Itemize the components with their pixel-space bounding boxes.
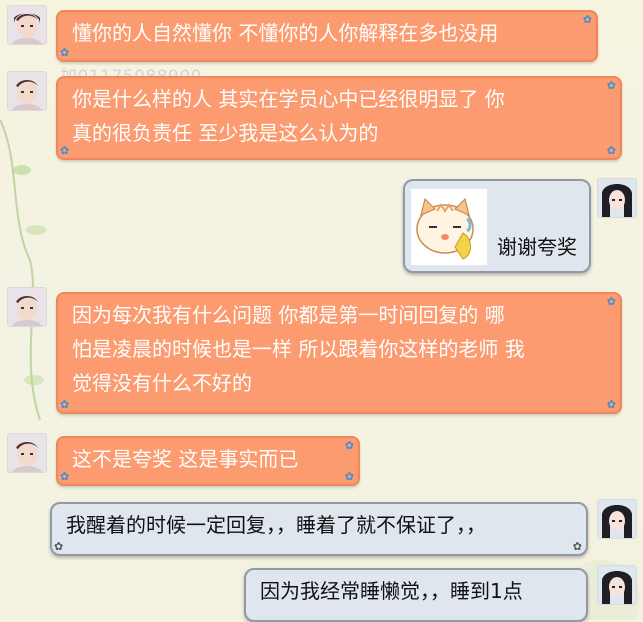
message-text: 你是什么样的人 其实在学员心中已经很明显了 你	[72, 87, 505, 111]
message-text: 这不是夸奖 这是事实而已	[72, 447, 299, 471]
boy-avatar-icon[interactable]	[8, 434, 46, 472]
message-text: 怕是凌晨的时候也是一样 所以跟着你这样的老师 我	[72, 337, 525, 361]
flower-corner-icon: ✿	[60, 470, 70, 483]
message-text: 因为我经常睡懒觉，，睡到1点	[260, 579, 523, 603]
girl-avatar-icon[interactable]	[598, 179, 636, 217]
message-bubble-incoming[interactable]: 懂你的人自然懂你 不懂你的人你解释在多也没用 ✿ ✿	[56, 10, 598, 62]
flower-corner-icon: ✿	[60, 46, 70, 59]
message-bubble-incoming[interactable]: 这不是夸奖 这是事实而已 ✿ ✿ ✿	[56, 436, 360, 486]
flower-corner-icon: ✿	[344, 470, 354, 483]
flower-corner-icon: ✿	[606, 398, 616, 411]
flower-corner-icon: ✿	[60, 144, 70, 157]
message-text: 我醒着的时候一定回复，，睡着了就不保证了，，	[66, 513, 486, 537]
message-text: 真的很负责任 至少我是这么认为的	[72, 121, 379, 145]
flower-corner-icon: ✿	[344, 439, 354, 452]
message-bubble-incoming[interactable]: 你是什么样的人 其实在学员心中已经很明显了 你 真的很负责任 至少我是这么认为的…	[56, 76, 622, 160]
flower-corner-icon: ✿	[606, 144, 616, 157]
boy-avatar-icon[interactable]	[8, 72, 46, 110]
flower-corner-icon: ✿	[572, 540, 582, 553]
boy-avatar-icon[interactable]	[8, 6, 46, 44]
flower-corner-icon: ✿	[606, 79, 616, 92]
message-text: 觉得没有什么不好的	[72, 371, 252, 395]
message-text: 因为每次我有什么问题 你都是第一时间回复的 哪	[72, 303, 505, 327]
flower-corner-icon: ✿	[60, 398, 70, 411]
message-bubble-outgoing[interactable]: 我醒着的时候一定回复，，睡着了就不保证了，， ✿ ✿	[50, 502, 588, 556]
flower-corner-icon: ✿	[54, 540, 64, 553]
message-bubble-incoming[interactable]: 因为每次我有什么问题 你都是第一时间回复的 哪 怕是凌晨的时候也是一样 所以跟着…	[56, 292, 622, 414]
message-text: 懂你的人自然懂你 不懂你的人你解释在多也没用	[72, 21, 499, 45]
message-bubble-outgoing[interactable]: 因为我经常睡懒觉，，睡到1点	[244, 568, 588, 622]
message-text: 谢谢夸奖	[497, 235, 577, 259]
message-bubble-outgoing[interactable]: 谢谢夸奖	[403, 179, 591, 273]
cat-sticker-icon	[411, 189, 487, 265]
girl-avatar-icon[interactable]	[598, 566, 636, 604]
girl-avatar-icon[interactable]	[598, 500, 636, 538]
flower-corner-icon: ✿	[606, 295, 616, 308]
boy-avatar-icon[interactable]	[8, 288, 46, 326]
flower-corner-icon: ✿	[582, 13, 592, 26]
